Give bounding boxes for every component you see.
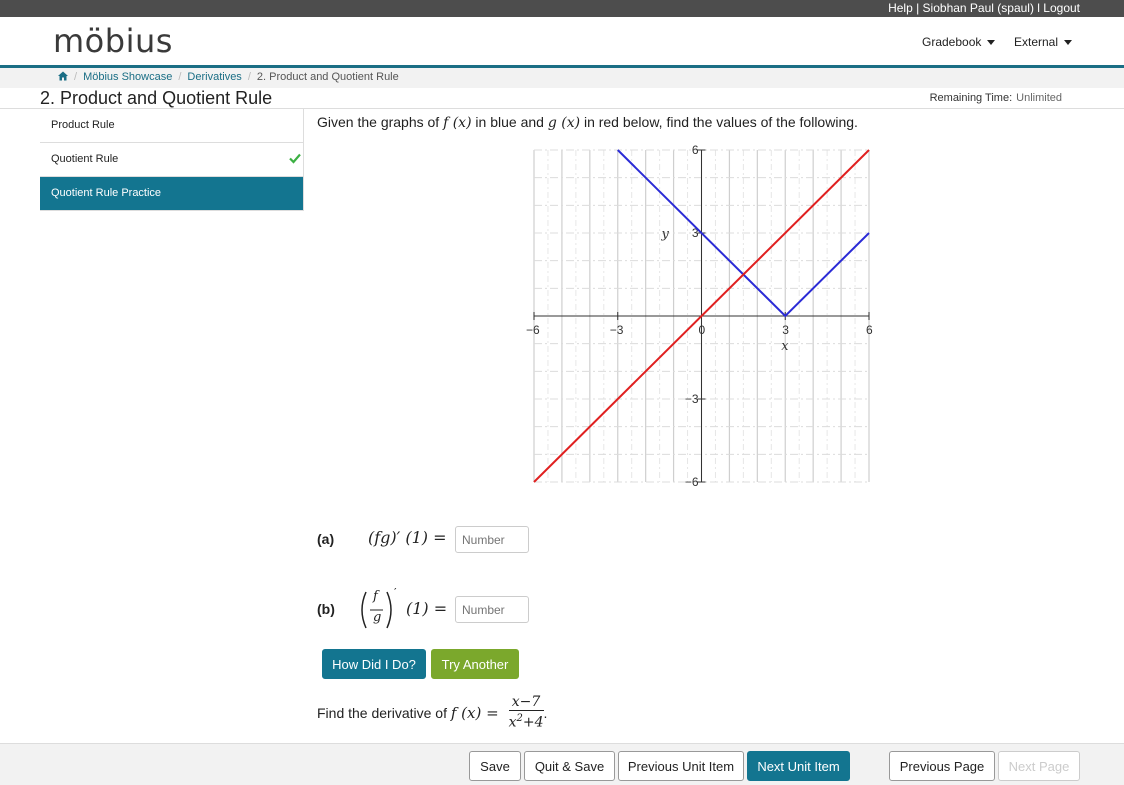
prompt-text: in blue and: [471, 114, 548, 130]
quit-save-button[interactable]: Quit & Save: [524, 751, 615, 781]
page-title: 2. Product and Quotient Rule: [40, 88, 273, 108]
next-unit-item-button[interactable]: Next Unit Item: [747, 751, 850, 781]
remaining-value: Unlimited: [1016, 92, 1062, 104]
part-a-label: (a): [317, 531, 335, 547]
derivative-text: Find the derivative of: [317, 704, 451, 721]
caret-down-icon: [987, 40, 996, 46]
y-axis-label: y: [661, 227, 670, 242]
sidebar-border: [303, 109, 304, 210]
sidebar-item-label: Quotient Rule: [51, 153, 119, 165]
previous-unit-item-button[interactable]: Previous Unit Item: [618, 751, 744, 781]
sidebar-item-product-rule[interactable]: Product Rule: [40, 109, 304, 143]
f-of-x: f (x) =: [450, 703, 499, 722]
caret-down-icon: [1064, 40, 1073, 46]
derivative-denominator: x2+4: [508, 713, 544, 731]
x-tick-label: −3: [610, 323, 624, 337]
x-tick-label: 6: [866, 323, 873, 337]
derivative-question: Find the derivative of f (x) = x−7 x2+4 …: [317, 695, 547, 731]
part-a-input[interactable]: [455, 526, 529, 553]
x-tick-label: 0: [699, 323, 706, 337]
header: möbius Gradebook External: [0, 17, 1124, 65]
part-b-eval: (1) =: [406, 599, 448, 618]
derivative-numerator: x−7: [508, 695, 544, 711]
y-tick-label: −6: [685, 475, 699, 489]
y-tick-label: −3: [685, 392, 699, 406]
breadcrumb-separator: /: [74, 71, 78, 83]
separator: |: [912, 1, 923, 15]
g-of-x: g (x): [547, 115, 581, 131]
fraction-numerator: f: [373, 589, 378, 604]
how-did-i-do-button[interactable]: How Did I Do?: [322, 649, 426, 679]
help-link[interactable]: Help: [888, 1, 913, 15]
try-another-button[interactable]: Try Another: [431, 649, 519, 679]
breadcrumb-separator: /: [178, 71, 182, 83]
x-tick-label: 3: [782, 323, 789, 337]
breadcrumb-separator: /: [247, 71, 251, 83]
breadcrumb: / Möbius Showcase / Derivatives / 2. Product …: [0, 68, 1124, 88]
x-tick-label: −6: [526, 323, 540, 337]
top-bar: Help | Siobhan Paul (spaul) l Logout: [0, 0, 1124, 17]
part-a-expression: (fg)′ (1) =: [368, 528, 447, 547]
previous-page-button[interactable]: Previous Page: [889, 751, 995, 781]
y-tick-label: 6: [692, 143, 699, 157]
part-b-label: (b): [317, 601, 335, 617]
question-prompt: Given the graphs of f (x) in blue and g …: [317, 114, 858, 131]
footer-toolbar: Save Quit & Save Previous Unit Item Next…: [0, 743, 1124, 785]
prompt-text: Given the graphs of: [317, 114, 444, 130]
prompt-text: in red below, find the values of the fol…: [580, 114, 858, 130]
top-links: Help | Siobhan Paul (spaul) l Logout: [888, 1, 1080, 15]
f-of-x: f (x): [443, 115, 472, 131]
derivative-fraction: x−7 x2+4: [508, 695, 544, 731]
fraction-denominator: g: [373, 610, 382, 625]
home-icon[interactable]: [58, 71, 68, 81]
sidebar-item-label: Product Rule: [51, 119, 115, 131]
user-name: Siobhan Paul (spaul): [922, 1, 1034, 15]
breadcrumb-showcase[interactable]: Möbius Showcase: [83, 71, 172, 83]
logout-link[interactable]: Logout: [1043, 1, 1080, 15]
gradebook-label: Gradebook: [922, 35, 982, 49]
x-axis-label: x: [781, 339, 789, 354]
breadcrumb-derivatives[interactable]: Derivatives: [187, 71, 241, 83]
title-row: 2. Product and Quotient Rule Remaining T…: [0, 88, 1124, 109]
separator: l: [1033, 1, 1044, 15]
external-menu[interactable]: External: [1014, 35, 1073, 49]
external-label: External: [1014, 35, 1059, 49]
checkmark-icon: [289, 153, 301, 164]
period: .: [543, 704, 548, 721]
function-graph: −6 −3 0 3 6−6−336xy: [526, 143, 873, 489]
sidebar-item-quotient-rule[interactable]: Quotient Rule: [40, 143, 304, 177]
sidebar-item-label: Quotient Rule Practice: [51, 187, 162, 199]
sidebar-item-quotient-rule-practice[interactable]: Quotient Rule Practice: [40, 177, 304, 211]
next-page-button: Next Page: [998, 751, 1080, 781]
save-button[interactable]: Save: [469, 751, 521, 781]
part-b-input[interactable]: [455, 596, 529, 623]
remaining-label: Remaining Time:: [929, 92, 1013, 104]
breadcrumb-current: 2. Product and Quotient Rule: [256, 71, 399, 83]
mobius-logo[interactable]: möbius: [53, 22, 173, 60]
sidebar: Product Rule Quotient Rule Quotient Rule…: [40, 109, 304, 211]
svg-text:′: ′: [394, 588, 398, 602]
remaining-time: Remaining Time: Unlimited: [930, 92, 1062, 104]
gradebook-menu[interactable]: Gradebook: [922, 35, 996, 49]
